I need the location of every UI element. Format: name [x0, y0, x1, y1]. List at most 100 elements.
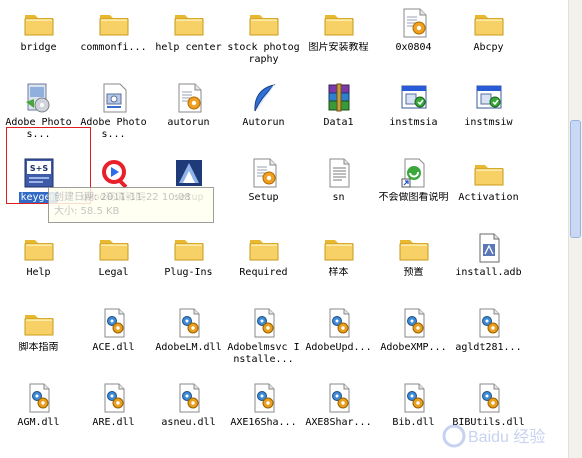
file-label: AGM.dll — [17, 417, 60, 428]
file-item[interactable]: 脚本指南 — [1, 300, 76, 372]
feather-icon — [248, 82, 280, 114]
file-label: Data1 — [323, 117, 354, 128]
dll-icon — [323, 307, 355, 339]
file-label: 0x0804 — [395, 42, 432, 53]
file-item[interactable]: Help — [1, 225, 76, 297]
file-item[interactable]: ACE.dll — [76, 300, 151, 372]
file-item[interactable]: Activation — [451, 150, 526, 222]
file-item[interactable]: help center — [151, 0, 226, 72]
vertical-scrollbar[interactable] — [568, 0, 582, 458]
dll-icon — [398, 307, 430, 339]
file-label: agldt281... — [455, 342, 522, 353]
file-item[interactable]: commonfi... — [76, 0, 151, 72]
file-label: 样本 — [328, 267, 349, 278]
file-label: AXE16Sha... — [230, 417, 297, 428]
file-item[interactable]: Required — [226, 225, 301, 297]
file-label: commonfi... — [80, 42, 147, 53]
file-label: 脚本指南 — [18, 342, 59, 353]
dll-icon — [473, 307, 505, 339]
folder-icon — [98, 7, 130, 39]
file-label: Legal — [98, 267, 129, 278]
setup-window-icon — [473, 82, 505, 114]
file-icon-grid: bridge commonfi... help center stock photog… — [0, 0, 568, 458]
installer-icon — [23, 82, 55, 114]
file-label: AdobeXMP... — [380, 342, 447, 353]
folder-icon — [23, 307, 55, 339]
folder-icon — [398, 232, 430, 264]
dll-icon — [248, 307, 280, 339]
internet-shortcut-icon — [398, 157, 430, 189]
tooltip-created: 创建日期: 2011-11-22 10:08 — [54, 192, 191, 203]
file-item[interactable]: AdobeLM.dll — [151, 300, 226, 372]
file-item[interactable]: install.adb — [451, 225, 526, 297]
dll-icon — [398, 382, 430, 414]
file-item[interactable]: instmsia — [376, 75, 451, 147]
document-icon — [473, 232, 505, 264]
dll-icon — [23, 382, 55, 414]
file-item[interactable]: sn — [301, 150, 376, 222]
folder-icon — [23, 7, 55, 39]
file-label: AdobeLM.dll — [155, 342, 222, 353]
file-item[interactable]: stock photography — [226, 0, 301, 72]
dll-icon — [98, 307, 130, 339]
file-item[interactable]: AXE8Shar... — [301, 375, 376, 447]
watermark-text: Baidu 经验 — [468, 428, 545, 446]
folder-icon — [98, 232, 130, 264]
setup-app-icon — [173, 157, 205, 189]
file-item[interactable]: AdobeUpd... — [301, 300, 376, 372]
scroll-thumb[interactable] — [570, 120, 581, 238]
file-label: Abcpy — [473, 42, 504, 53]
dll-icon — [248, 382, 280, 414]
file-label: AdobeUpd... — [305, 342, 372, 353]
file-item[interactable]: 0x0804 — [376, 0, 451, 72]
file-tooltip: 创建日期: 2011-11-22 10:08 大小: 58.5 KB — [48, 187, 214, 223]
file-item[interactable]: Adobe Photos... — [76, 75, 151, 147]
file-label: stock photography — [227, 42, 300, 65]
text-file-icon — [323, 157, 355, 189]
file-item[interactable]: Legal — [76, 225, 151, 297]
tooltip-size: 大小: 58.5 KB — [54, 206, 120, 217]
folder-icon — [323, 7, 355, 39]
file-item[interactable]: Data1 — [301, 75, 376, 147]
file-item[interactable]: Abcpy — [451, 0, 526, 72]
file-item[interactable]: instmsiw — [451, 75, 526, 147]
file-item[interactable]: Adobelmsvc Installe... — [226, 300, 301, 372]
file-item[interactable]: 不会做图看说明 — [376, 150, 451, 222]
file-item[interactable]: Adobe Photos... — [1, 75, 76, 147]
file-item[interactable]: AXE16Sha... — [226, 375, 301, 447]
file-label: bridge — [20, 42, 57, 53]
file-item[interactable]: agldt281... — [451, 300, 526, 372]
file-label: asneu.dll — [161, 417, 216, 428]
qvod-icon — [98, 157, 130, 189]
file-item[interactable]: 样本 — [301, 225, 376, 297]
file-label: Adobe Photos... — [5, 117, 72, 140]
settings-file-icon — [248, 157, 280, 189]
folder-icon — [248, 7, 280, 39]
file-label: 图片安装教程 — [308, 42, 369, 53]
file-item[interactable]: Setup — [226, 150, 301, 222]
file-label: instmsia — [389, 117, 438, 128]
folder-icon — [173, 7, 205, 39]
folder-icon — [473, 7, 505, 39]
file-label: Autorun — [242, 117, 285, 128]
file-item[interactable]: AdobeXMP... — [376, 300, 451, 372]
folder-icon — [473, 157, 505, 189]
file-item[interactable]: bridge — [1, 0, 76, 72]
file-item[interactable]: asneu.dll — [151, 375, 226, 447]
file-label: Adobelmsvc Installe... — [227, 342, 300, 365]
dll-icon — [98, 382, 130, 414]
dll-icon — [173, 307, 205, 339]
dll-icon — [473, 382, 505, 414]
file-item[interactable]: 图片安装教程 — [301, 0, 376, 72]
file-item[interactable]: Autorun — [226, 75, 301, 147]
file-label: ACE.dll — [92, 342, 135, 353]
settings-file-icon — [173, 82, 205, 114]
dll-icon — [323, 382, 355, 414]
file-item[interactable]: ARE.dll — [76, 375, 151, 447]
file-label: Adobe Photos... — [80, 117, 147, 140]
file-item[interactable]: AGM.dll — [1, 375, 76, 447]
file-label: Setup — [248, 192, 279, 203]
file-item[interactable]: 预置 — [376, 225, 451, 297]
file-item[interactable]: autorun — [151, 75, 226, 147]
file-item[interactable]: Plug-Ins — [151, 225, 226, 297]
